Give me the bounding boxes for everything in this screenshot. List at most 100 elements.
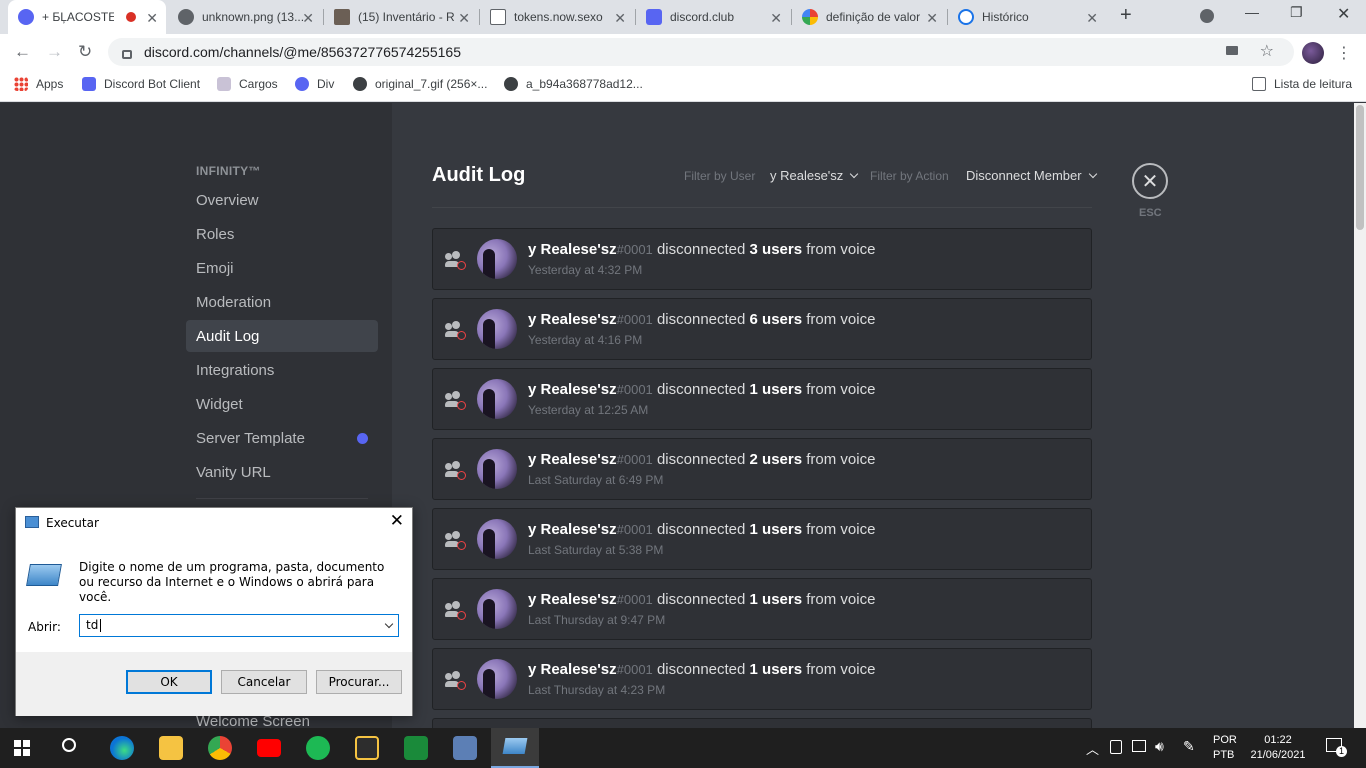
sidebar-item-server-template[interactable]: Server Template [186, 422, 378, 454]
sidebar-item-overview[interactable]: Overview [186, 184, 378, 216]
sidebar-item-widget[interactable]: Widget [186, 388, 378, 420]
forward-icon[interactable]: → [46, 42, 63, 62]
restore-icon[interactable]: ❐ [1290, 4, 1303, 21]
filter-action-dropdown[interactable]: Disconnect Member [966, 168, 1097, 183]
taskbar-run-active[interactable] [491, 728, 539, 768]
app-icon[interactable] [404, 736, 428, 760]
filter-user-dropdown[interactable]: y Realese'sz [770, 168, 859, 183]
audit-log-entry[interactable]: y Realese'sz#0001 disconnected 6 users f… [432, 298, 1092, 360]
close-icon[interactable]: ✕ [458, 10, 470, 27]
avatar[interactable] [477, 659, 517, 699]
bookmark-discord-bot-client[interactable]: Discord Bot Client [82, 77, 200, 91]
browse-button[interactable]: Procurar... [316, 670, 402, 694]
open-input[interactable]: td [79, 614, 399, 637]
entry-user[interactable]: y Realese'sz [528, 451, 617, 468]
sidebar-item-audit-log[interactable]: Audit Log [186, 320, 378, 352]
sidebar-item-emoji[interactable]: Emoji [186, 252, 378, 284]
entry-user[interactable]: y Realese'sz [528, 521, 617, 538]
new-tab-icon[interactable]: + [1120, 4, 1132, 27]
window-close-icon[interactable]: ✕ [1337, 4, 1350, 24]
notifications-icon[interactable]: 1 [1326, 738, 1347, 757]
entry-suffix: from voice [806, 661, 876, 678]
meet-now-icon[interactable] [1110, 740, 1122, 754]
avatar[interactable] [477, 449, 517, 489]
search-icon[interactable] [62, 738, 76, 752]
sidebar-item-integrations[interactable]: Integrations [186, 354, 378, 386]
entry-user[interactable]: y Realese'sz [528, 241, 617, 258]
file-explorer-icon[interactable] [159, 736, 183, 760]
audit-log-entry[interactable]: y Realese'sz#0001 disconnected 1 users f… [432, 578, 1092, 640]
tab-1[interactable]: unknown.png (13... ✕ [168, 0, 322, 34]
entry-user[interactable]: y Realese'sz [528, 381, 617, 398]
avatar[interactable] [477, 519, 517, 559]
tab-5[interactable]: definição de valor ✕ [792, 0, 946, 34]
close-icon[interactable]: ✕ [614, 10, 626, 27]
close-icon[interactable]: ✕ [390, 511, 404, 531]
pen-icon[interactable]: ✎ [1183, 738, 1195, 755]
sidebar-item-vanity-url[interactable]: Vanity URL [186, 456, 378, 488]
avatar[interactable] [477, 379, 517, 419]
profile-avatar[interactable] [1302, 42, 1324, 64]
reading-list[interactable]: Lista de leitura [1252, 77, 1352, 91]
minimize-icon[interactable]: — [1245, 4, 1259, 20]
start-icon[interactable] [14, 740, 30, 756]
network-icon[interactable] [1132, 740, 1146, 752]
bookmark-cargos[interactable]: Cargos [217, 77, 278, 91]
back-icon[interactable]: ← [14, 42, 31, 62]
audit-log-entry[interactable]: y Realese'sz#0001 disconnected 1 users f… [432, 368, 1092, 430]
clock[interactable]: 01:22 21/06/2021 [1250, 733, 1306, 763]
entry-user[interactable]: y Realese'sz [528, 591, 617, 608]
close-settings-button[interactable]: ✕ [1132, 163, 1168, 199]
avatar[interactable] [477, 309, 517, 349]
spotify-icon[interactable] [306, 736, 330, 760]
tab-2[interactable]: (15) Inventário - R ✕ [324, 0, 478, 34]
avatar[interactable] [477, 239, 517, 279]
chrome-icon[interactable] [208, 736, 232, 760]
tab-0[interactable]: + ƂĻACOSTER ✕ [8, 0, 166, 34]
volume-icon[interactable]: 🔊︎ [1155, 738, 1164, 755]
star-icon[interactable]: ☆ [1260, 41, 1274, 61]
entry-user[interactable]: y Realese'sz [528, 661, 617, 678]
tray-chevron-icon[interactable]: ︿ [1086, 739, 1099, 758]
audit-log-entry[interactable]: y Realese'sz#0001 disconnected 1 users f… [432, 648, 1092, 710]
reload-icon[interactable]: ↻ [78, 42, 92, 62]
avatar[interactable] [477, 589, 517, 629]
close-icon[interactable]: ✕ [926, 10, 938, 27]
youtube-icon[interactable] [257, 739, 281, 757]
bookmark-div[interactable]: Div [295, 77, 334, 91]
close-icon[interactable]: ✕ [770, 10, 782, 27]
tab-4[interactable]: discord.club ✕ [636, 0, 790, 34]
audit-log-entry[interactable]: y Realese'sz#0001 disconnected 1 users f… [432, 508, 1092, 570]
audit-log-entry[interactable]: y Realese'sz#0001 disconnected 2 users f… [432, 438, 1092, 500]
cancel-button[interactable]: Cancelar [221, 670, 307, 694]
close-icon[interactable]: ✕ [1086, 10, 1098, 27]
audit-log-entry[interactable]: y Realese'sz#0001 disconnected 3 users f… [432, 228, 1092, 290]
bookmark-a-b94a[interactable]: a_b94a368778ad12... [504, 77, 643, 91]
address-bar[interactable]: discord.com/channels/@me/856372776574255… [108, 38, 1294, 66]
language-indicator[interactable]: POR PTB [1213, 733, 1237, 763]
close-icon[interactable]: ✕ [302, 10, 314, 27]
app-icon[interactable] [355, 736, 379, 760]
bookmark-apps[interactable]: Apps [14, 77, 63, 91]
app-icon[interactable] [453, 736, 477, 760]
chevron-down-icon[interactable] [384, 619, 394, 629]
sidebar-item-moderation[interactable]: Moderation [186, 286, 378, 318]
run-dialog: Executar ✕ Digite o nome de um programa,… [15, 507, 413, 716]
camera-icon[interactable] [1226, 46, 1238, 55]
scrollbar-thumb[interactable] [1356, 105, 1364, 230]
ok-button[interactable]: OK [126, 670, 212, 694]
entry-user[interactable]: y Realese'sz [528, 311, 617, 328]
close-icon[interactable]: ✕ [146, 10, 158, 27]
sidebar-item-roles[interactable]: Roles [186, 218, 378, 250]
edge-icon[interactable] [110, 736, 134, 760]
tab-6[interactable]: Histórico ✕ [948, 0, 1106, 34]
tab-search-icon[interactable] [1200, 9, 1214, 23]
dialog-body: Digite o nome de um programa, pasta, doc… [16, 540, 412, 652]
entry-timestamp: Last Saturday at 5:38 PM [528, 543, 664, 557]
menu-icon[interactable]: ⋮ [1336, 43, 1352, 63]
bookmark-label: a_b94a368778ad12... [526, 77, 643, 91]
keyboard-layout-label: PTB [1213, 749, 1235, 761]
tab-3[interactable]: tokens.now.sexo ✕ [480, 0, 634, 34]
bookmark-original-gif[interactable]: original_7.gif (256×... [353, 77, 487, 91]
globe-icon [353, 77, 367, 91]
